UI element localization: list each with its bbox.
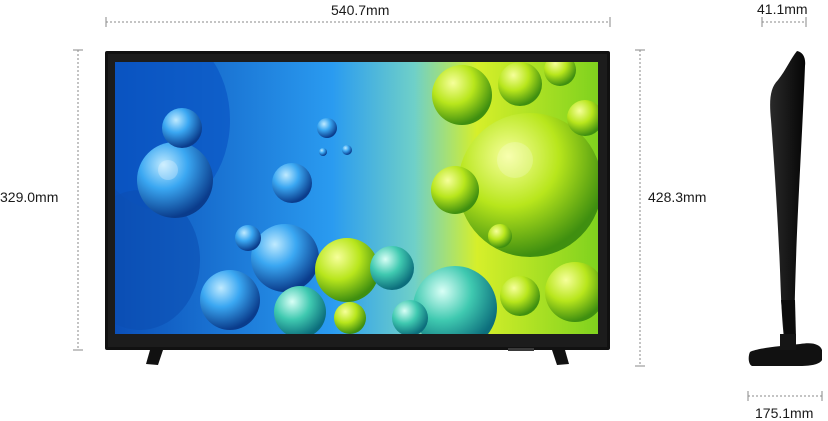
- stand-depth-label: 175.1mm: [755, 405, 814, 421]
- diagram-graphics: [73, 17, 823, 401]
- width-dimension-line: [105, 17, 611, 27]
- tv-side-view: [748, 51, 822, 366]
- screen-height-dimension-line: [73, 49, 83, 351]
- screen-image: [115, 62, 598, 334]
- depth-dimension-line: [761, 17, 807, 27]
- tv-front-view: [105, 51, 610, 365]
- total-height-label: 428.3mm: [648, 189, 707, 205]
- total-height-dimension-line: [635, 49, 645, 367]
- depth-label: 41.1mm: [757, 1, 808, 17]
- stand-depth-dimension-line: [747, 391, 823, 401]
- width-label: 540.7mm: [331, 2, 390, 18]
- screen-height-label: 329.0mm: [0, 189, 59, 205]
